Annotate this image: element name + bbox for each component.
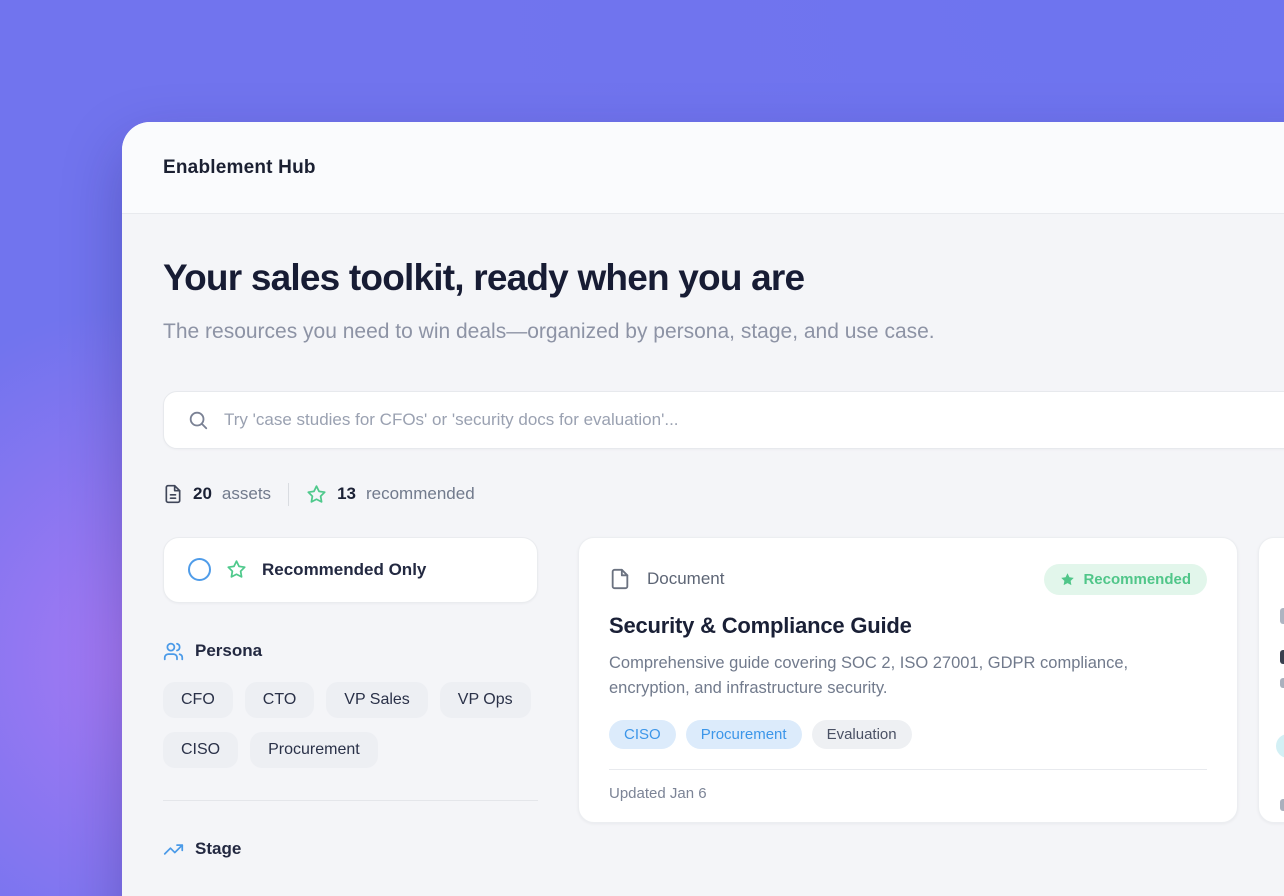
assets-count: 20 (193, 484, 212, 504)
clipped-footer-fragment (1280, 799, 1284, 811)
clipped-text-fragment (1280, 678, 1284, 688)
recommended-badge: Recommended (1044, 564, 1207, 595)
sidebar-divider (163, 800, 538, 801)
search-bar[interactable] (163, 391, 1284, 449)
persona-chip-procurement[interactable]: Procurement (250, 732, 378, 768)
persona-chip-vp-sales[interactable]: VP Sales (326, 682, 428, 718)
trending-up-icon (163, 839, 184, 860)
app-header: Enablement Hub (122, 122, 1284, 214)
recommended-label: recommended (366, 484, 475, 504)
persona-chip-cto[interactable]: CTO (245, 682, 314, 718)
persona-section-label: Persona (195, 641, 262, 661)
page-subtitle: The resources you need to win deals—orga… (163, 314, 943, 350)
persona-chip-cfo[interactable]: CFO (163, 682, 233, 718)
asset-card-security-compliance-guide[interactable]: Document Recommended Security & Complian… (578, 537, 1238, 823)
results-grid: Document Recommended Security & Complian… (578, 537, 1284, 823)
filters-sidebar: Recommended Only Persona CFO (163, 537, 538, 860)
star-outline-icon (226, 559, 247, 580)
star-filled-icon (1060, 572, 1075, 587)
tag-ciso[interactable]: CISO (609, 720, 676, 749)
asset-title: Security & Compliance Guide (609, 613, 1207, 639)
search-input[interactable] (224, 410, 1284, 430)
clipped-asset-card[interactable] (1258, 537, 1284, 823)
clipped-title-fragment (1280, 650, 1284, 664)
assets-label: assets (222, 484, 271, 504)
tag-evaluation[interactable]: Evaluation (812, 720, 912, 749)
asset-updated: Updated Jan 6 (609, 769, 1207, 822)
recommended-only-toggle[interactable]: Recommended Only (163, 537, 538, 603)
clipped-tag-fragment (1276, 734, 1284, 758)
app-title: Enablement Hub (163, 157, 316, 179)
toggle-circle-icon[interactable] (188, 558, 211, 581)
assets-stat: 20 assets (163, 484, 271, 504)
users-icon (163, 641, 184, 662)
asset-tags: CISO Procurement Evaluation (609, 720, 1207, 749)
clipped-icon-fragment (1280, 608, 1284, 624)
star-outline-icon (306, 484, 327, 505)
search-icon (187, 409, 209, 431)
stage-section-label: Stage (195, 839, 241, 859)
content-row: Recommended Only Persona CFO (163, 537, 1284, 860)
recommended-only-label: Recommended Only (262, 560, 426, 580)
stats-divider (288, 483, 289, 506)
app-body: Your sales toolkit, ready when you are T… (122, 214, 1284, 860)
asset-card-header: Document Recommended (609, 564, 1207, 595)
persona-chip-vp-ops[interactable]: VP Ops (440, 682, 531, 718)
recommended-stat: 13 recommended (306, 484, 475, 505)
recommended-count: 13 (337, 484, 356, 504)
stage-section-header: Stage (163, 839, 538, 860)
persona-chip-ciso[interactable]: CISO (163, 732, 238, 768)
tag-procurement[interactable]: Procurement (686, 720, 802, 749)
file-text-icon (163, 484, 183, 504)
stats-row: 20 assets 13 recommended (163, 483, 1284, 506)
persona-chips: CFO CTO VP Sales VP Ops CISO Procurement (163, 682, 538, 768)
persona-section-header: Persona (163, 641, 538, 662)
asset-description: Comprehensive guide covering SOC 2, ISO … (609, 651, 1154, 702)
enablement-hub-window: Enablement Hub Your sales toolkit, ready… (122, 122, 1284, 896)
asset-type-label: Document (647, 569, 724, 589)
page-title: Your sales toolkit, ready when you are (163, 256, 1284, 300)
file-icon (609, 568, 631, 590)
recommended-badge-label: Recommended (1083, 571, 1191, 588)
